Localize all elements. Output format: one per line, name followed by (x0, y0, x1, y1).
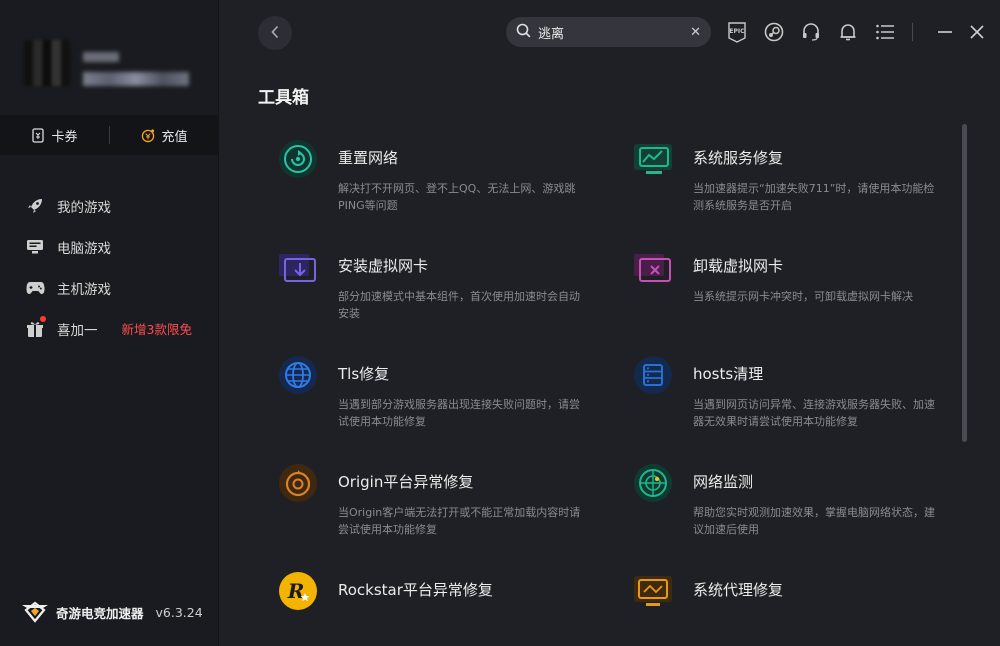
sidebar-nav: 我的游戏 电脑游戏 主机游戏 喜加一 新增3款限免 (0, 185, 219, 349)
menu-list-icon[interactable] (873, 20, 897, 44)
tool-description: 当Origin客户端无法打开或不能正常加载内容时请尝试使用本功能修复 (338, 506, 581, 536)
tool-name: Origin平台异常修复 (338, 473, 474, 491)
tool-tls-repair[interactable]: Tls修复 当遇到部分游戏服务器出现连接失败问题时，请尝试使用本功能修复 (277, 354, 597, 454)
coupon-label: 卡券 (51, 129, 78, 145)
main-panel: ✕ EPIC 工具箱 (219, 0, 1000, 646)
coupon-button[interactable]: 卡券 (0, 126, 109, 145)
close-icon (970, 25, 984, 39)
tool-name: Rockstar平台异常修复 (338, 581, 493, 599)
tool-name: 重置网络 (338, 149, 399, 167)
gamepad-icon (25, 278, 45, 298)
sidebar-item-label: 主机游戏 (57, 281, 111, 298)
tool-name: 网络监测 (693, 473, 754, 491)
header-toolbar: EPIC (725, 17, 989, 47)
tool-name: 卸载虚拟网卡 (693, 257, 784, 275)
user-profile[interactable] (0, 0, 218, 115)
tool-system-service-repair[interactable]: 系统服务修复 当加速器提示“加速失败711”时，请使用本功能检测系统服务是否开启 (632, 138, 952, 238)
scrollbar-thumb[interactable] (962, 124, 967, 442)
origin-icon (277, 462, 319, 504)
epic-icon[interactable]: EPIC (725, 20, 749, 44)
back-button[interactable] (258, 16, 292, 50)
search-box[interactable]: ✕ (506, 17, 711, 47)
rockstar-icon: R (277, 570, 319, 612)
recharge-label: 充值 (161, 129, 188, 145)
app-window: 卡券 充值 我的游戏 电脑游戏 主机游戏 喜加一 新增3款限免 奇游电竞加速器 … (0, 0, 1000, 646)
svg-text:R: R (287, 579, 305, 603)
globe-icon (277, 354, 319, 396)
tool-description: 当遇到网页访问异常、连接游戏服务器失败、加速器无效果时请尝试使用本功能修复 (693, 398, 935, 428)
proxy-monitor-icon (632, 570, 674, 612)
radar-icon (632, 462, 674, 504)
monitor-chart-icon (632, 138, 674, 180)
tool-install-virtual-nic[interactable]: 安装虚拟网卡 部分加速模式中基本组件，首次使用加速时会自动安装 (277, 246, 597, 346)
install-nic-icon (277, 246, 319, 288)
app-version: v6.3.24 (155, 605, 203, 620)
brand-name: 奇游电竞加速器 (56, 606, 144, 621)
reset-network-icon (277, 138, 319, 180)
tool-name: 系统服务修复 (693, 149, 784, 167)
tool-description: 当系统提示网卡冲突时，可卸载虚拟网卡解决 (693, 290, 913, 303)
tool-description: 当加速器提示“加速失败711”时，请使用本功能检测系统服务是否开启 (693, 182, 935, 212)
sidebar: 卡券 充值 我的游戏 电脑游戏 主机游戏 喜加一 新增3款限免 奇游电竞加速器 … (0, 0, 219, 646)
brand-logo-icon (20, 599, 50, 626)
coin-icon (141, 127, 155, 143)
tool-name: Tls修复 (338, 365, 390, 383)
sidebar-item-pc-games[interactable]: 电脑游戏 (0, 226, 219, 267)
search-input[interactable] (538, 24, 678, 40)
free-games-badge: 新增3款限免 (121, 322, 192, 337)
sidebar-item-label: 电脑游戏 (57, 240, 111, 257)
bell-icon[interactable] (836, 20, 860, 44)
recharge-button[interactable]: 充值 (110, 126, 219, 145)
tool-description: 解决打不开网页、登不上QQ、无法上网、游戏跳PING等问题 (338, 182, 576, 212)
clear-search-button[interactable]: ✕ (690, 25, 701, 40)
steam-icon[interactable] (762, 20, 786, 44)
page-title: 工具箱 (258, 88, 309, 108)
svg-text:EPIC: EPIC (729, 28, 745, 35)
headset-icon[interactable] (799, 20, 823, 44)
minimize-icon (938, 31, 952, 33)
notification-dot (40, 316, 46, 322)
chevron-left-icon (270, 24, 280, 43)
tool-hosts-clean[interactable]: hosts清理 当遇到网页访问异常、连接游戏服务器失败、加速器无效果时请尝试使用… (632, 354, 952, 454)
search-icon (516, 23, 531, 42)
sidebar-item-free-games[interactable]: 喜加一 新增3款限免 (0, 308, 219, 349)
sidebar-item-my-games[interactable]: 我的游戏 (0, 185, 219, 226)
close-button[interactable] (965, 20, 989, 44)
uninstall-nic-icon (632, 246, 674, 288)
rocket-icon (25, 196, 45, 216)
monitor-icon (25, 237, 45, 257)
sidebar-item-console-games[interactable]: 主机游戏 (0, 267, 219, 308)
tool-reset-network[interactable]: 重置网络 解决打不开网页、登不上QQ、无法上网、游戏跳PING等问题 (277, 138, 597, 238)
wallet-bar: 卡券 充值 (0, 115, 219, 155)
username-redacted (83, 52, 119, 62)
brand-footer: 奇游电竞加速器 v6.3.24 (20, 599, 203, 626)
sidebar-item-label: 喜加一 (57, 322, 98, 339)
user-id-redacted (83, 72, 189, 86)
minimize-button[interactable] (933, 20, 957, 44)
tool-name: 安装虚拟网卡 (338, 257, 429, 275)
tool-name: hosts清理 (693, 365, 764, 383)
tool-description: 帮助您实时观测加速效果，掌握电脑网络状态，建议加速后使用 (693, 506, 935, 536)
tool-rockstar-repair[interactable]: R Rockstar平台异常修复 (277, 570, 597, 646)
tool-description: 部分加速模式中基本组件，首次使用加速时会自动安装 (338, 290, 580, 320)
sidebar-item-label: 我的游戏 (57, 199, 111, 216)
tool-uninstall-virtual-nic[interactable]: 卸载虚拟网卡 当系统提示网卡冲突时，可卸载虚拟网卡解决 (632, 246, 952, 346)
ticket-icon (31, 127, 45, 143)
server-icon (632, 354, 674, 396)
tool-name: 系统代理修复 (693, 581, 784, 599)
toolbar-divider (912, 23, 913, 41)
tool-network-monitor[interactable]: 网络监测 帮助您实时观测加速效果，掌握电脑网络状态，建议加速后使用 (632, 462, 952, 562)
tool-description: 当遇到部分游戏服务器出现连接失败问题时，请尝试使用本功能修复 (338, 398, 580, 428)
tool-system-proxy-repair[interactable]: 系统代理修复 (632, 570, 952, 646)
avatar[interactable] (24, 40, 70, 86)
tool-origin-repair[interactable]: Origin平台异常修复 当Origin客户端无法打开或不能正常加载内容时请尝试… (277, 462, 597, 562)
